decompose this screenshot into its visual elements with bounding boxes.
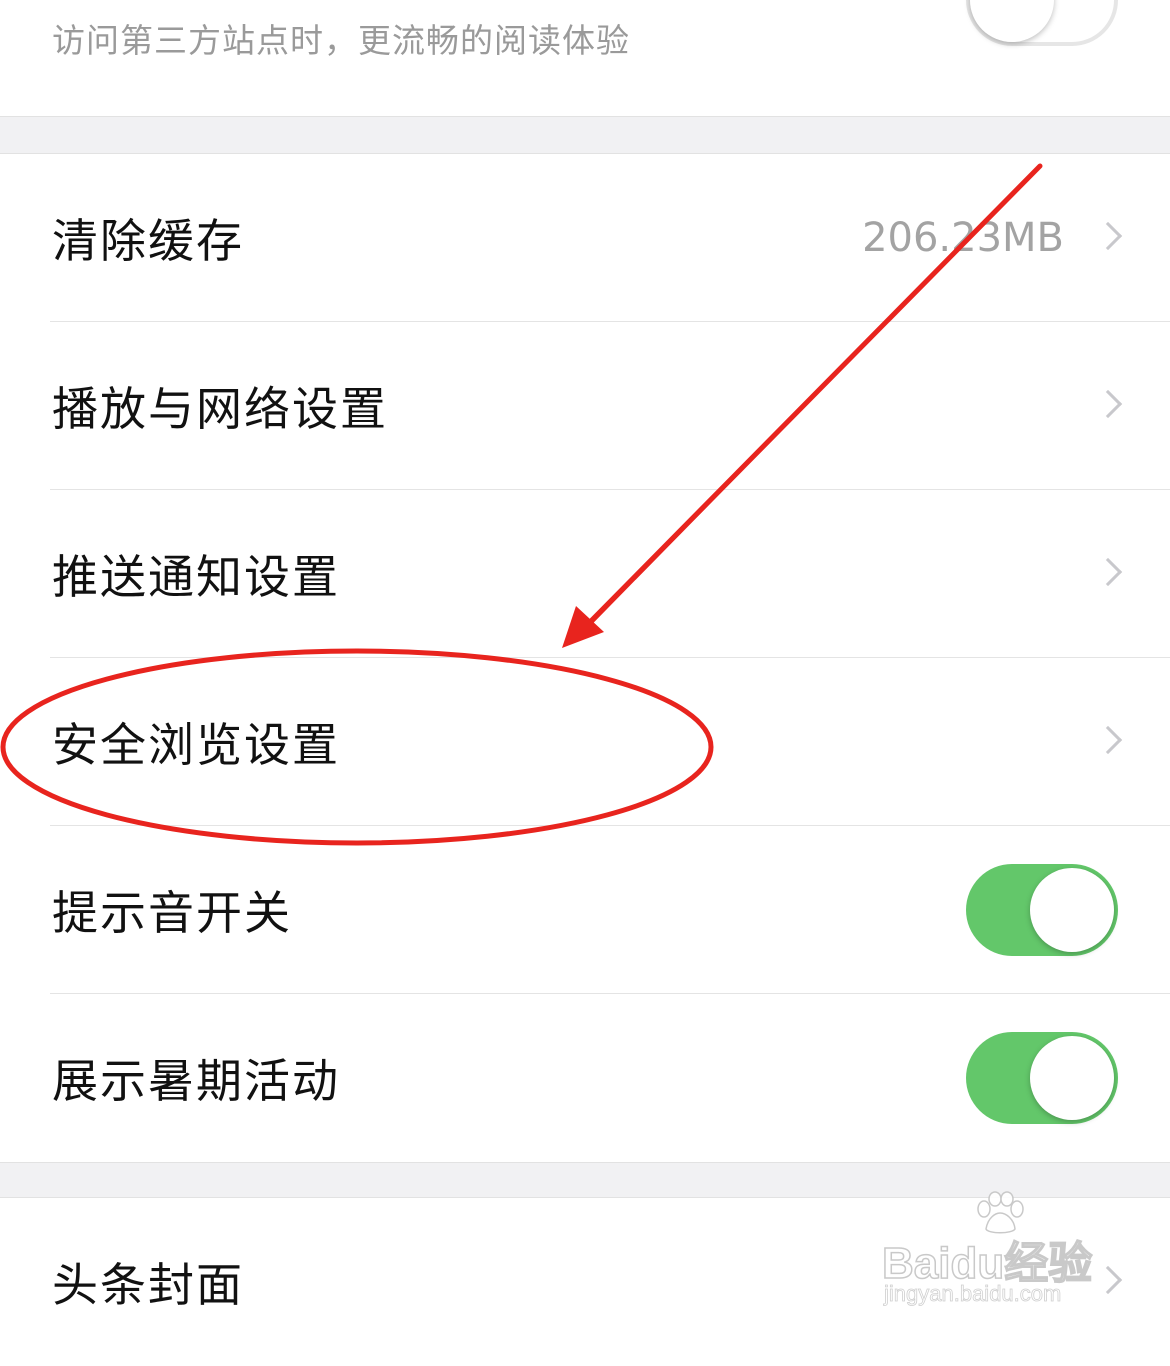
safe-browsing-settings-row[interactable]: 安全浏览设置 (0, 658, 1170, 826)
summer-activity-row: 展示暑期活动 (0, 994, 1170, 1162)
baidu-jingyan-watermark: Baidu经验 jingyan.baidu.com (881, 1191, 1112, 1309)
summer-activity-label: 展示暑期活动 (52, 1054, 340, 1108)
chevron-right-icon (1093, 221, 1123, 251)
notification-sound-label: 提示音开关 (52, 886, 292, 940)
toggle-knob (1030, 1036, 1114, 1120)
playback-network-settings-label: 播放与网络设置 (52, 382, 388, 436)
third-party-reading-toggle[interactable] (966, 0, 1118, 46)
settings-screen: 访问第三方站点时，更流畅的阅读体验 清除缓存 206.23MB 播放与网络设置 … (0, 0, 1170, 1366)
watermark-url: jingyan.baidu.com (884, 1281, 1062, 1307)
toggle-knob (1030, 868, 1114, 952)
push-notification-settings-row[interactable]: 推送通知设置 (0, 490, 1170, 658)
playback-network-settings-row[interactable]: 播放与网络设置 (0, 322, 1170, 490)
clear-cache-row[interactable]: 清除缓存 206.23MB (0, 154, 1170, 322)
headline-cover-label: 头条封面 (52, 1258, 244, 1312)
toggle-knob (970, 0, 1054, 42)
clear-cache-label: 清除缓存 (52, 214, 244, 268)
cache-size-value: 206.23MB (862, 215, 1064, 261)
chevron-right-icon (1093, 725, 1123, 755)
safe-browsing-settings-label: 安全浏览设置 (52, 718, 340, 772)
notification-sound-row: 提示音开关 (0, 826, 1170, 994)
third-party-reading-row: 访问第三方站点时，更流畅的阅读体验 (0, 0, 1170, 116)
chevron-right-icon (1093, 389, 1123, 419)
summer-activity-toggle[interactable] (966, 1032, 1118, 1124)
third-party-reading-subtitle: 访问第三方站点时，更流畅的阅读体验 (52, 21, 630, 60)
notification-sound-toggle[interactable] (966, 864, 1118, 956)
chevron-right-icon (1093, 557, 1123, 587)
section-separator (0, 116, 1170, 154)
push-notification-settings-label: 推送通知设置 (52, 550, 340, 604)
